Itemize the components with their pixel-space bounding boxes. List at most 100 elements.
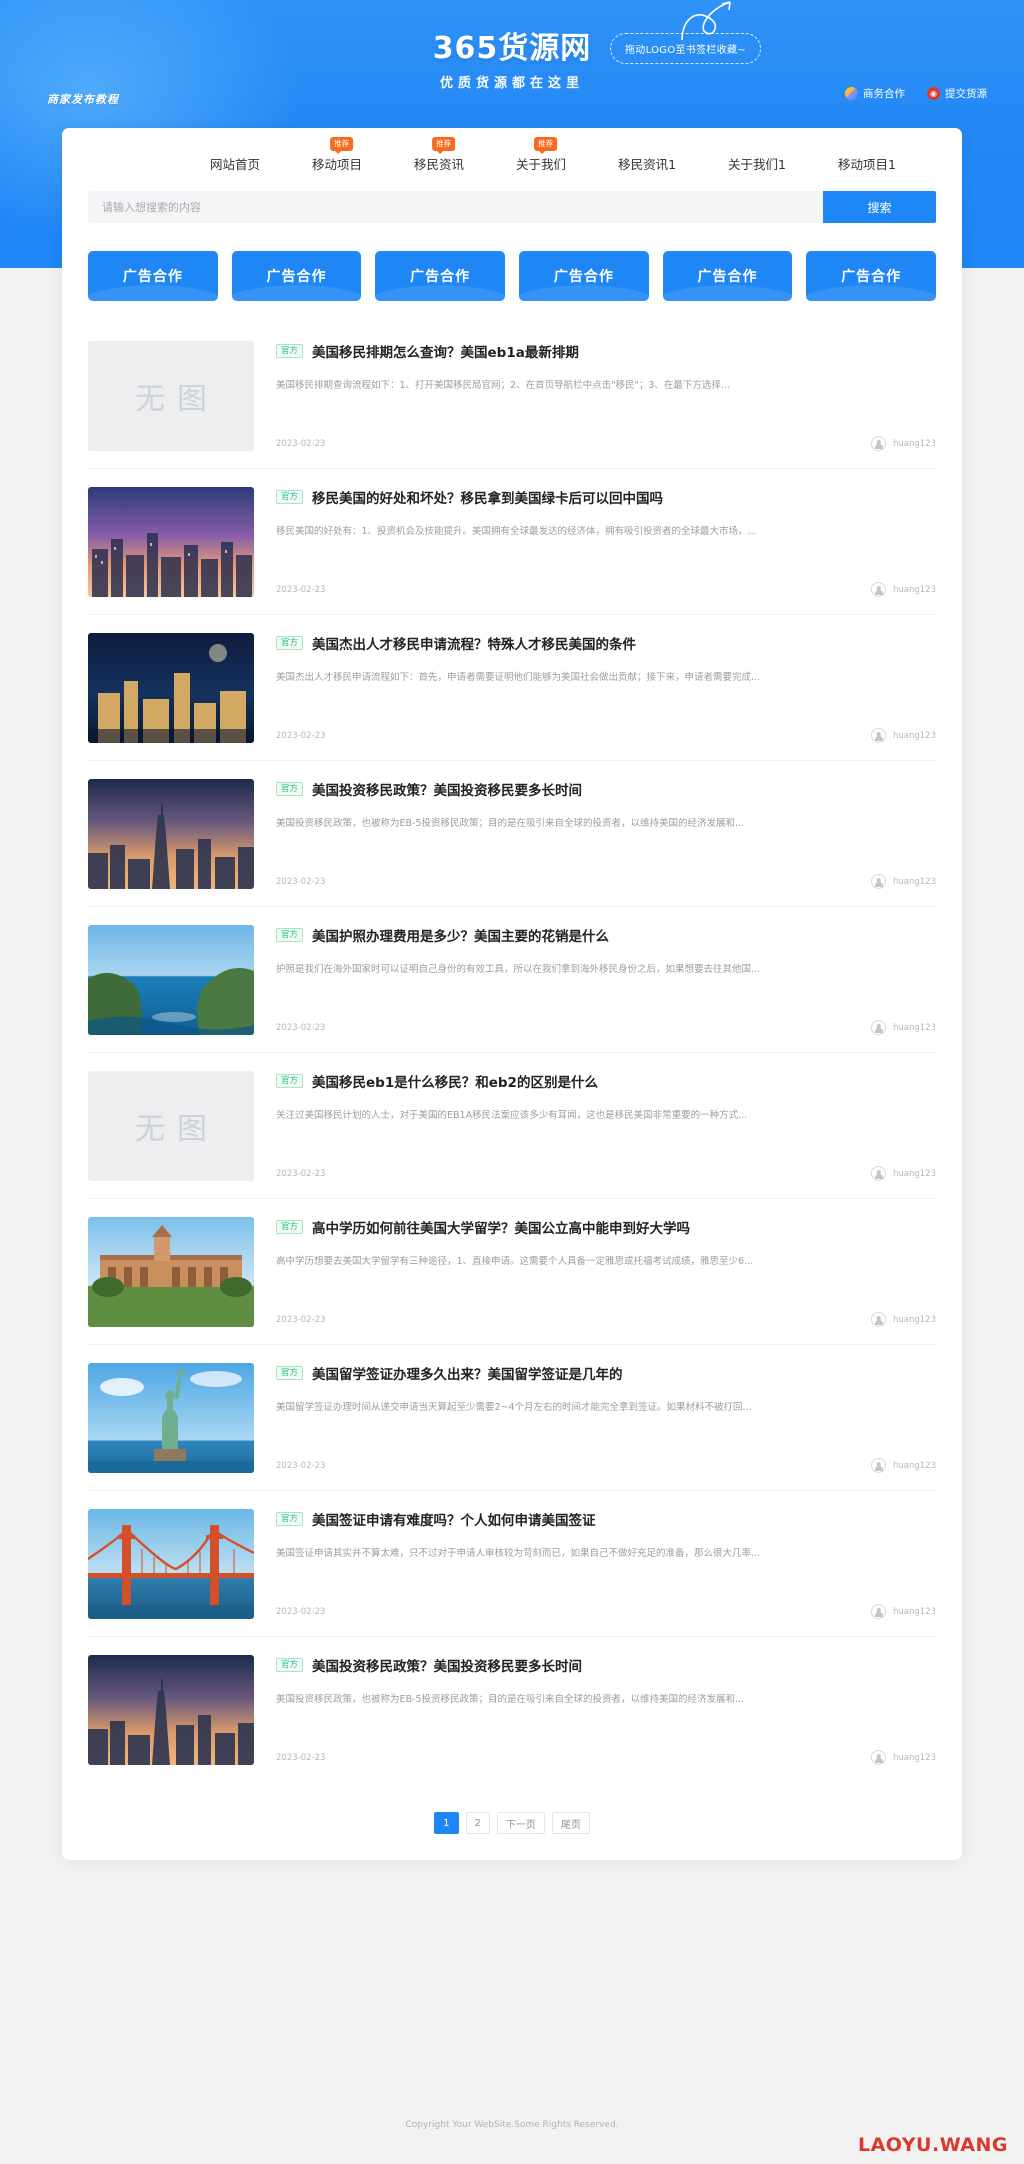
- author-name: huang123: [893, 1168, 936, 1179]
- article-title[interactable]: 移民美国的好处和坏处？移民拿到美国绿卡后可以回中国吗: [312, 487, 663, 507]
- article-title[interactable]: 美国留学签证办理多久出来？美国留学签证是几年的: [312, 1363, 623, 1383]
- article-author: huang123: [871, 874, 936, 889]
- article-excerpt: 美国投资移民政策，也被称为EB-5投资移民政策；目的是在吸引来自全球的投资者，以…: [276, 1694, 745, 1705]
- site-title: 365货源网: [432, 31, 592, 66]
- article-thumbnail[interactable]: [88, 633, 254, 743]
- article-item[interactable]: 官方 美国投资移民政策？美国投资移民要多长时间 美国投资移民政策，也被称为EB-…: [88, 761, 936, 907]
- author-name: huang123: [893, 1314, 936, 1325]
- page-footer: Copyright Your WebSite.Some Rights Reser…: [62, 2108, 962, 2142]
- article-date: 2023-02-23: [276, 438, 326, 449]
- nav-badge-recommend: 推荐: [534, 137, 558, 153]
- article-list: 无图 官方 美国移民排期怎么查询？美国eb1a最新排期 美国移民排期查询流程如下…: [88, 323, 936, 1782]
- page-button-2[interactable]: 2: [465, 1812, 490, 1834]
- article-body: 官方 美国移民eb1是什么移民？和eb2的区别是什么 关注过美国移民计划的人士，…: [276, 1071, 936, 1181]
- article-meta: 2023-02-23 huang123: [276, 422, 936, 451]
- official-badge: 官方: [276, 1073, 304, 1089]
- article-date: 2023-02-23: [276, 876, 326, 887]
- article-title[interactable]: 美国签证申请有难度吗？个人如何申请美国签证: [312, 1509, 596, 1529]
- article-thumbnail[interactable]: [88, 925, 254, 1035]
- ad-banner[interactable]: 广告合作: [375, 251, 506, 301]
- nav-label: 关于我们1: [728, 157, 786, 172]
- article-thumbnail[interactable]: [88, 779, 254, 889]
- article-meta: 2023-02-23 huang123: [276, 860, 936, 889]
- article-title[interactable]: 美国移民排期怎么查询？美国eb1a最新排期: [312, 341, 579, 361]
- article-meta: 2023-02-23 huang123: [276, 1152, 936, 1181]
- official-badge: 官方: [276, 1219, 304, 1235]
- article-meta: 2023-02-23 huang123: [276, 1298, 936, 1327]
- article-body: 官方 美国杰出人才移民申请流程？特殊人才移民美国的条件 美国杰出人才移民申请流程…: [276, 633, 936, 743]
- article-date: 2023-02-23: [276, 1022, 326, 1033]
- submit-supply-link[interactable]: ◉ 提交货源: [927, 86, 987, 101]
- article-thumbnail[interactable]: [88, 1655, 254, 1765]
- business-cooperation-link[interactable]: 商务合作: [845, 86, 905, 101]
- article-item[interactable]: 官方 移民美国的好处和坏处？移民拿到美国绿卡后可以回中国吗 移民美国的好处有：1…: [88, 469, 936, 615]
- ad-banner[interactable]: 广告合作: [519, 251, 649, 301]
- avatar-icon: [871, 1458, 886, 1473]
- ad-banner[interactable]: 广告合作: [662, 251, 793, 301]
- official-badge: 官方: [276, 1365, 304, 1381]
- nav-item-mobile-project[interactable]: 推荐 移动项目: [312, 137, 362, 173]
- author-name: huang123: [893, 1022, 936, 1033]
- nav-item-mobile-project-1[interactable]: 移动项目1: [838, 154, 896, 173]
- article-item[interactable]: 无图 官方 美国移民eb1是什么移民？和eb2的区别是什么 关注过美国移民计划的…: [88, 1053, 936, 1199]
- article-title-row: 官方 美国移民eb1是什么移民？和eb2的区别是什么: [276, 1071, 936, 1091]
- article-item[interactable]: 官方 美国留学签证办理多久出来？美国留学签证是几年的 美国留学签证办理时间从递交…: [88, 1345, 936, 1491]
- article-item[interactable]: 官方 美国护照办理费用是多少？美国主要的花销是什么 护照是我们在海外国家时可以证…: [88, 907, 936, 1053]
- article-item[interactable]: 官方 美国投资移民政策？美国投资移民要多长时间 美国投资移民政策，也被称为EB-…: [88, 1637, 936, 1782]
- last-page-button[interactable]: 尾页: [551, 1812, 590, 1834]
- nav-item-about-us[interactable]: 推荐 关于我们: [516, 137, 566, 173]
- author-name: huang123: [893, 438, 936, 449]
- article-excerpt: 美国移民排期查询流程如下：1、打开美国移民局官网；2、在首页导航栏中点击"移民"…: [276, 380, 730, 391]
- article-title[interactable]: 美国投资移民政策？美国投资移民要多长时间: [312, 779, 582, 799]
- article-author: huang123: [871, 1166, 936, 1181]
- merchant-tutorial-link[interactable]: 商家发布教程: [47, 91, 119, 107]
- search-input[interactable]: [88, 191, 823, 223]
- nav-label: 网站首页: [210, 157, 261, 172]
- avatar-icon: [871, 1750, 886, 1765]
- article-title[interactable]: 美国护照办理费用是多少？美国主要的花销是什么: [312, 925, 609, 945]
- article-thumbnail[interactable]: [88, 1363, 254, 1473]
- article-thumbnail[interactable]: 无图: [88, 1071, 254, 1181]
- article-date: 2023-02-23: [276, 1606, 326, 1617]
- ad-banner[interactable]: 广告合作: [231, 251, 362, 301]
- article-excerpt: 美国签证申请其实并不算太难，只不过对于申请人审核较为苛刻而已，如果自己不做好充足…: [276, 1548, 761, 1559]
- article-title[interactable]: 美国投资移民政策？美国投资移民要多长时间: [312, 1655, 582, 1675]
- article-title[interactable]: 高中学历如何前往美国大学留学？美国公立高中能申到好大学吗: [312, 1217, 690, 1237]
- search-bar: 搜索: [88, 191, 936, 223]
- search-button[interactable]: 搜索: [823, 191, 936, 223]
- next-page-button[interactable]: 下一页: [496, 1812, 545, 1834]
- ad-banner[interactable]: 广告合作: [88, 251, 218, 301]
- article-body: 官方 高中学历如何前往美国大学留学？美国公立高中能申到好大学吗 高中学历想要去美…: [276, 1217, 936, 1327]
- nav-item-home[interactable]: 网站首页: [210, 154, 260, 173]
- avatar-icon: [871, 1312, 886, 1327]
- article-excerpt: 美国投资移民政策，也被称为EB-5投资移民政策；目的是在吸引来自全球的投资者，以…: [276, 818, 745, 829]
- nav-item-immigration-news-1[interactable]: 移民资讯1: [618, 154, 676, 173]
- article-thumbnail[interactable]: [88, 1509, 254, 1619]
- article-author: huang123: [871, 1750, 936, 1765]
- article-title-row: 官方 美国移民排期怎么查询？美国eb1a最新排期: [276, 341, 936, 361]
- article-item[interactable]: 无图 官方 美国移民排期怎么查询？美国eb1a最新排期 美国移民排期查询流程如下…: [88, 323, 936, 469]
- article-item[interactable]: 官方 美国签证申请有难度吗？个人如何申请美国签证 美国签证申请其实并不算太难，只…: [88, 1491, 936, 1637]
- site-brand: 365货源网 优质货源都在这里: [0, 32, 1024, 91]
- article-date: 2023-02-23: [276, 730, 326, 741]
- article-item[interactable]: 官方 高中学历如何前往美国大学留学？美国公立高中能申到好大学吗 高中学历想要去美…: [88, 1199, 936, 1345]
- article-thumbnail[interactable]: [88, 1217, 254, 1327]
- page-button-1[interactable]: 1: [434, 1812, 459, 1834]
- article-thumbnail[interactable]: [88, 487, 254, 597]
- author-name: huang123: [893, 730, 936, 741]
- main-card: 网站首页 推荐 移动项目 推荐 移民资讯 推荐 关于我们 移民资讯1 关于我们1…: [62, 128, 962, 1860]
- article-excerpt: 美国杰出人才移民申请流程如下：首先，申请者需要证明他们能够为美国社会做出贡献；接…: [276, 672, 761, 683]
- nav-item-immigration-news[interactable]: 推荐 移民资讯: [414, 137, 464, 173]
- ad-banner[interactable]: 广告合作: [806, 251, 937, 301]
- article-excerpt: 关注过美国移民计划的人士，对于美国的EB1A移民法案应该多少有耳闻，这也是移民美…: [276, 1110, 748, 1121]
- official-badge: 官方: [276, 489, 304, 505]
- article-title[interactable]: 美国杰出人才移民申请流程？特殊人才移民美国的条件: [312, 633, 636, 653]
- nav-item-about-us-1[interactable]: 关于我们1: [728, 154, 786, 173]
- main-nav: 网站首页 推荐 移动项目 推荐 移民资讯 推荐 关于我们 移民资讯1 关于我们1…: [62, 128, 962, 191]
- article-date: 2023-02-23: [276, 1460, 326, 1471]
- article-item[interactable]: 官方 美国杰出人才移民申请流程？特殊人才移民美国的条件 美国杰出人才移民申请流程…: [88, 615, 936, 761]
- article-meta: 2023-02-23 huang123: [276, 1006, 936, 1035]
- article-title[interactable]: 美国移民eb1是什么移民？和eb2的区别是什么: [312, 1071, 598, 1091]
- official-badge: 官方: [276, 781, 304, 797]
- article-thumbnail[interactable]: 无图: [88, 341, 254, 451]
